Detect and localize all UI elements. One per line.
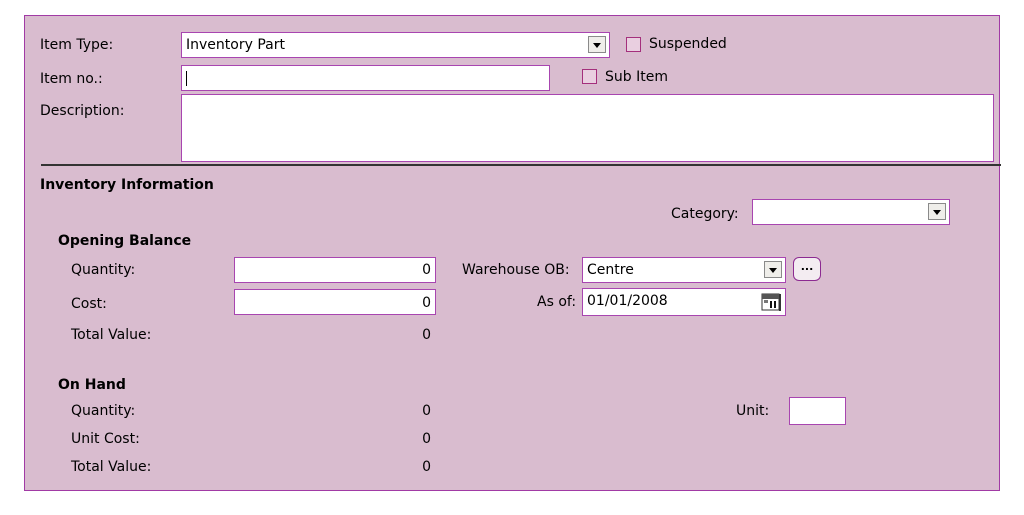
sub-item-checkbox[interactable] (582, 69, 597, 84)
warehouse-browse-button[interactable]: ... (793, 257, 821, 281)
opening-cost-value: 0 (422, 295, 431, 311)
description-textarea[interactable] (181, 94, 994, 162)
opening-total-value-label: Total Value: (71, 327, 152, 343)
unit-input[interactable] (789, 397, 846, 425)
as-of-date-input[interactable]: 01/01/2008 (582, 288, 786, 316)
warehouse-ob-value: Centre (587, 262, 634, 278)
chevron-down-icon[interactable] (928, 203, 946, 220)
item-form-panel: Item Type: Inventory Part Suspended Item… (24, 15, 1001, 491)
opening-quantity-value: 0 (422, 262, 431, 278)
item-no-input[interactable] (181, 65, 550, 91)
as-of-value: 01/01/2008 (587, 293, 668, 309)
warehouse-ob-select[interactable]: Centre (582, 257, 786, 283)
chevron-down-icon[interactable] (588, 36, 606, 53)
onhand-quantity-label: Quantity: (71, 403, 136, 419)
description-label: Description: (40, 103, 125, 119)
category-label: Category: (671, 206, 739, 222)
onhand-total-value: 0 (422, 459, 431, 475)
section-divider (41, 164, 1001, 166)
onhand-quantity-value: 0 (422, 403, 431, 419)
warehouse-ob-label: Warehouse OB: (462, 262, 570, 278)
item-no-label: Item no.: (40, 71, 103, 87)
opening-balance-title: Opening Balance (58, 233, 192, 249)
inventory-section-title: Inventory Information (40, 177, 214, 193)
opening-cost-label: Cost: (71, 296, 107, 312)
item-type-select[interactable]: Inventory Part (181, 32, 610, 58)
suspended-checkbox[interactable] (626, 37, 641, 52)
suspended-label: Suspended (649, 36, 727, 52)
onhand-total-value-label: Total Value: (71, 459, 152, 475)
sub-item-label: Sub Item (605, 69, 668, 85)
as-of-label: As of: (537, 294, 577, 310)
onhand-unit-cost-value: 0 (422, 431, 431, 447)
item-type-value: Inventory Part (186, 37, 285, 53)
calendar-icon[interactable] (760, 292, 782, 312)
category-select[interactable] (752, 199, 950, 225)
opening-total-value: 0 (422, 327, 431, 343)
on-hand-title: On Hand (58, 377, 126, 393)
chevron-down-icon[interactable] (764, 261, 782, 278)
item-type-label: Item Type: (40, 37, 114, 53)
opening-cost-input[interactable]: 0 (234, 289, 436, 315)
onhand-unit-cost-label: Unit Cost: (71, 431, 140, 447)
unit-label: Unit: (736, 403, 770, 419)
opening-quantity-label: Quantity: (71, 262, 136, 278)
text-cursor (186, 71, 187, 86)
opening-quantity-input[interactable]: 0 (234, 257, 436, 283)
